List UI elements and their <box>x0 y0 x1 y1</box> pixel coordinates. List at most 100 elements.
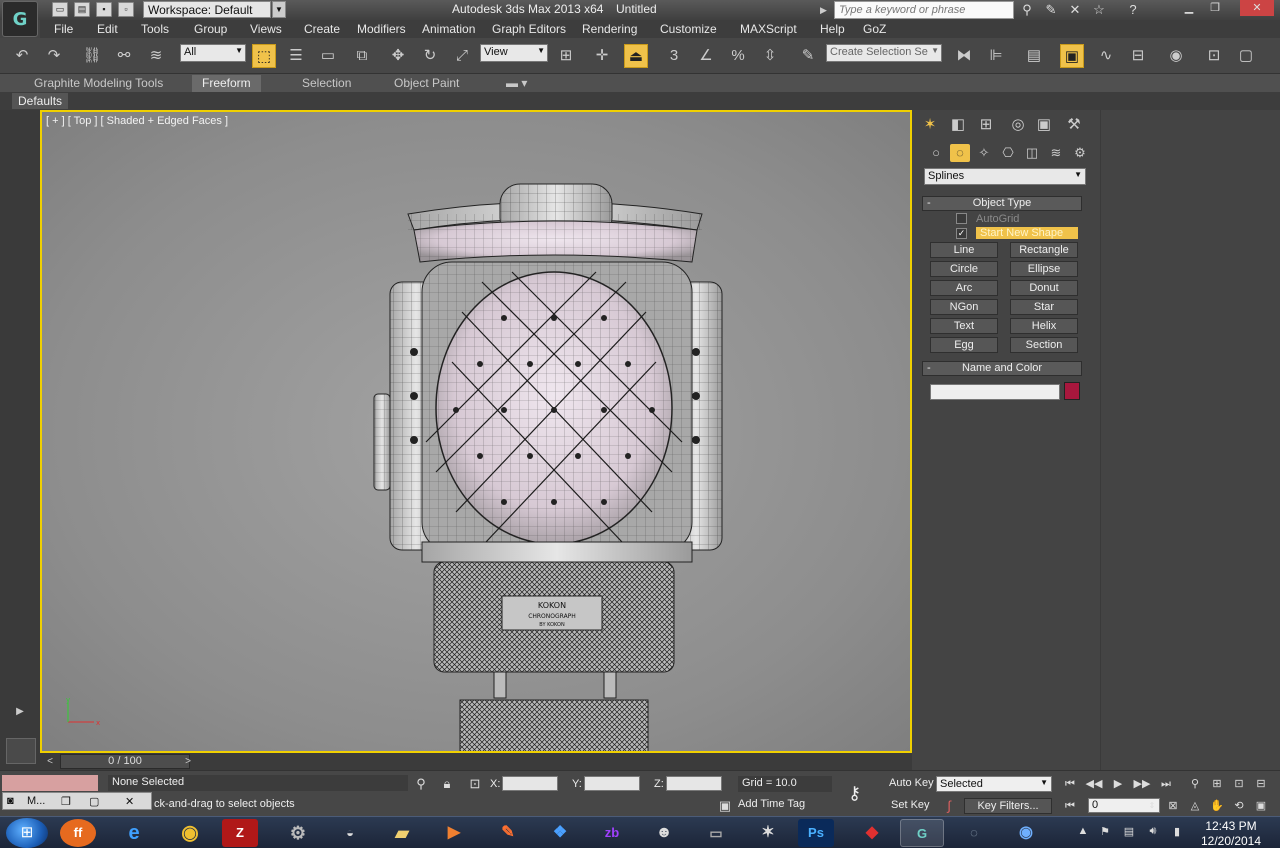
y-coordinate-input[interactable] <box>584 776 640 791</box>
save-icon[interactable]: ▪ <box>96 2 112 17</box>
defaults-button[interactable]: Defaults <box>12 93 69 109</box>
ellipse-button[interactable]: Ellipse <box>1010 261 1078 277</box>
utilities-panel-icon[interactable]: ⚒ <box>1062 114 1086 136</box>
absolute-mode-transform-icon[interactable]: ⊡ <box>466 775 484 793</box>
zoom-extents-icon[interactable]: ⊡ <box>1230 776 1248 792</box>
filezilla-icon[interactable]: Z <box>222 819 258 847</box>
curve-editor-icon[interactable]: ∿ <box>1094 44 1118 68</box>
clock-time[interactable]: 12:43 PM <box>1196 819 1266 833</box>
select-and-link-icon[interactable]: ⛓ <box>80 44 104 68</box>
volume-icon[interactable]: 🔊︎ <box>1146 825 1160 841</box>
redo-icon[interactable]: ↷ <box>42 44 66 68</box>
app-icon-2[interactable]: ◌ <box>952 819 996 847</box>
menu-edit[interactable]: Edit <box>97 22 118 36</box>
time-tag-icon[interactable]: ▣ <box>716 797 734 815</box>
tools-icon[interactable]: ✎ <box>1042 1 1060 19</box>
menu-modifiers[interactable]: Modifiers <box>357 22 406 36</box>
render-frame-icon[interactable]: ▢ <box>1234 44 1258 68</box>
menu-customize[interactable]: Customize <box>660 22 717 36</box>
tab-object-paint[interactable]: Object Paint <box>384 75 469 92</box>
chevron-right-icon[interactable]: ▶ <box>820 1 832 19</box>
media-player-icon[interactable]: ▶ <box>432 819 476 847</box>
flag-icon[interactable]: ⚑ <box>1098 825 1112 841</box>
helpers-icon[interactable]: ◫ <box>1022 144 1042 162</box>
render-setup-icon[interactable]: ⊡ <box>1202 44 1226 68</box>
select-and-scale-icon[interactable]: ⤢ <box>450 44 474 68</box>
reference-coordinate-dropdown[interactable]: View ▼ <box>480 44 548 62</box>
internet-explorer-icon[interactable]: e <box>112 819 156 847</box>
go-to-start-icon[interactable]: ⏮ <box>1060 776 1080 792</box>
play-icon[interactable]: ▶ <box>10 706 30 722</box>
set-key-button[interactable]: Set Key <box>888 798 933 814</box>
menu-graph-editors[interactable]: Graph Editors <box>492 22 566 36</box>
arc-button[interactable]: Arc <box>930 280 998 296</box>
mirror-icon[interactable]: ⧓ <box>952 44 976 68</box>
autogrid-checkbox[interactable] <box>956 213 967 224</box>
select-and-rotate-icon[interactable]: ↻ <box>418 44 442 68</box>
material-editor-icon[interactable]: ◉ <box>1164 44 1188 68</box>
time-slider[interactable]: 0 / 100 <box>60 754 190 769</box>
minimize-icon[interactable]: ▁ <box>1178 0 1200 16</box>
unlink-icon[interactable]: ⚯ <box>112 44 136 68</box>
menu-file[interactable]: File <box>54 22 73 36</box>
chevron-down-icon[interactable]: ▼ <box>272 1 286 18</box>
skull-icon[interactable]: ☻ <box>642 819 686 847</box>
pivot-center-icon[interactable]: ⊞ <box>554 44 578 68</box>
menu-help[interactable]: Help <box>820 22 845 36</box>
power-icon[interactable]: ▮ <box>1170 825 1184 841</box>
edit-named-selection-icon[interactable]: ✎ <box>796 44 820 68</box>
object-type-rollout[interactable]: - Object Type <box>922 196 1082 211</box>
monitor-icon[interactable]: ▭ <box>694 819 738 847</box>
explorer-folder-icon[interactable]: ▰ <box>380 819 424 847</box>
helix-button[interactable]: Helix <box>1010 318 1078 334</box>
zoom-extents-all-icon[interactable]: ⊟ <box>1252 776 1270 792</box>
start-new-shape-checkbox[interactable]: ✓ <box>956 228 967 239</box>
minimized-window[interactable]: ◙ M... ❐ ▢ ✕ <box>2 792 152 810</box>
hierarchy-panel-icon[interactable]: ⊞ <box>974 114 998 136</box>
star-button[interactable]: Star <box>1010 299 1078 315</box>
3dsmax-taskbar-icon[interactable]: G <box>900 819 944 847</box>
restore-icon[interactable]: ❐ <box>61 795 71 808</box>
new-file-icon[interactable]: ▭ <box>52 2 68 17</box>
restore-icon[interactable]: ❐ <box>1204 0 1226 16</box>
selection-filter-dropdown[interactable]: All ▼ <box>180 44 246 62</box>
maya-icon[interactable]: ✶ <box>746 819 790 847</box>
key-filters-button[interactable]: Key Filters... <box>964 798 1052 814</box>
close-icon[interactable]: ✕ <box>125 795 134 808</box>
zoom-all-icon[interactable]: ⊞ <box>1208 776 1226 792</box>
select-manipulate-icon[interactable]: ✛ <box>590 44 614 68</box>
spinner-icon[interactable]: ⇕ <box>1146 798 1158 814</box>
isolate-selection-icon[interactable]: ⚲ <box>412 775 430 793</box>
help-icon[interactable]: ? <box>1124 1 1142 19</box>
select-object-icon[interactable]: ⬚ <box>252 44 276 68</box>
viewport-thumbnail[interactable] <box>6 738 36 764</box>
dropbox-icon[interactable]: ❖ <box>538 819 582 847</box>
menu-views[interactable]: Views <box>250 22 282 36</box>
tab-freeform[interactable]: Freeform <box>192 75 261 92</box>
cameras-icon[interactable]: ⎔ <box>998 144 1018 162</box>
object-name-input[interactable] <box>930 384 1060 400</box>
bind-space-warp-icon[interactable]: ≋ <box>144 44 168 68</box>
go-to-end-icon[interactable]: ⏭ <box>1156 776 1176 792</box>
zoom-icon[interactable]: ⚲ <box>1186 776 1204 792</box>
viewport-top[interactable]: [ + ] [ Top ] [ Shaded + Edged Faces ] K… <box>40 110 912 753</box>
window-crossing-icon[interactable]: ⧉ <box>350 44 374 68</box>
tab-selection[interactable]: Selection <box>292 75 361 92</box>
select-by-name-icon[interactable]: ☰ <box>284 44 308 68</box>
snaps-toggle-icon[interactable]: 3 <box>662 44 686 68</box>
ngon-button[interactable]: NGon <box>930 299 998 315</box>
named-selection-dropdown[interactable]: Create Selection Se ▼ <box>826 44 942 62</box>
sketchup-icon[interactable]: ◆ <box>850 819 894 847</box>
tab-graphite-modeling-tools[interactable]: Graphite Modeling Tools <box>24 75 173 92</box>
close-icon[interactable]: ✕ <box>1240 0 1274 16</box>
help-search-input[interactable]: Type a keyword or phrase <box>834 1 1014 19</box>
maximize-viewport-icon[interactable]: ▣ <box>1252 798 1270 814</box>
angle-snap-icon[interactable]: ∠ <box>694 44 718 68</box>
menu-group[interactable]: Group <box>194 22 227 36</box>
app-icon[interactable]: ◒ <box>328 819 372 847</box>
zoom-region-icon[interactable]: ⊠ <box>1164 798 1182 814</box>
maxscript-listener-mini[interactable] <box>2 775 98 791</box>
binoculars-icon[interactable]: ⚲ <box>1018 1 1036 19</box>
chrome-icon[interactable]: ◉ <box>168 819 212 847</box>
graphite-toggle-icon[interactable]: ▣ <box>1060 44 1084 68</box>
